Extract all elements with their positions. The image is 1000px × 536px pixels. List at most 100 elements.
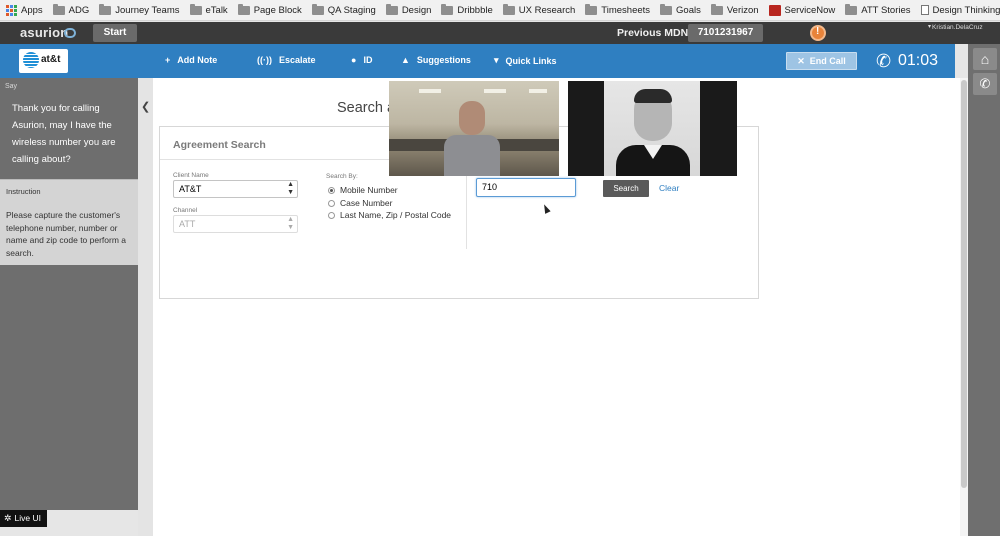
folder-icon: [189, 3, 202, 15]
search-value-input[interactable]: 710: [476, 178, 576, 197]
end-call-label: End Call: [809, 56, 846, 66]
apps-grid-icon: [6, 4, 17, 16]
bookmark-etalk[interactable]: eTalk: [189, 3, 228, 16]
radio-selected-icon[interactable]: [328, 186, 335, 194]
radio-last-name-zip[interactable]: Last Name, Zip / Postal Code: [328, 210, 451, 220]
bookmark-design-thinking[interactable]: Design Thinking: [920, 5, 1000, 16]
ceiling-light: [419, 89, 441, 93]
folder-icon: [99, 3, 112, 15]
add-note-button[interactable]: + Add Note: [165, 55, 217, 65]
id-label: ID: [363, 55, 373, 65]
client-name-select[interactable]: AT&T ▲ ▼: [173, 180, 298, 198]
home-icon[interactable]: ⌂: [973, 48, 997, 70]
user-menu-caret-icon[interactable]: ▾: [928, 23, 931, 30]
flask-icon: ▲: [401, 55, 410, 65]
document-icon: [920, 5, 929, 15]
bookmark-ux-research[interactable]: UX Research: [502, 3, 575, 16]
phone-settings-icon[interactable]: ✆: [973, 73, 997, 95]
bookmark-dribbble[interactable]: Dribbble: [441, 3, 493, 16]
asurion-logo-mark-icon: [64, 28, 76, 38]
asurion-logo: asurion: [20, 25, 69, 40]
bookmark-label: Goals: [676, 4, 701, 16]
bookmark-servicenow[interactable]: ServiceNow: [768, 4, 835, 16]
bookmark-label: QA Staging: [327, 4, 376, 16]
say-label: Say: [5, 83, 18, 90]
clear-link[interactable]: Clear: [659, 183, 679, 193]
instruction-text: Please capture the customer's telephone …: [6, 210, 127, 258]
search-button[interactable]: Search: [603, 180, 649, 197]
bookmark-label: Page Block: [253, 4, 302, 16]
channel-value: ATT: [179, 219, 196, 229]
script-panel: Say Thank you for calling Asurion, may I…: [0, 78, 138, 510]
radio-label: Case Number: [340, 198, 393, 208]
participant-body: [444, 135, 500, 176]
folder-icon: [585, 3, 598, 15]
folder-icon: [385, 3, 398, 15]
bookmark-adg[interactable]: ADG: [52, 3, 90, 16]
channel-select[interactable]: ATT ▲ ▼: [173, 215, 298, 233]
suggestions-label: Suggestions: [416, 55, 471, 65]
carrier-logo-text: at&t: [41, 54, 61, 65]
close-icon: ✕: [797, 56, 805, 66]
user-name[interactable]: Kristian.DelaCruz: [932, 24, 983, 31]
participant-hair: [634, 89, 672, 103]
escalate-button[interactable]: ((·)) Escalate: [257, 55, 316, 65]
video-tile-agent[interactable]: [568, 81, 737, 176]
end-call-button[interactable]: ✕ End Call: [786, 52, 857, 70]
search-by-label: Search By:: [326, 173, 358, 180]
main-scrollbar[interactable]: [960, 78, 968, 536]
caret-down-icon: ▾: [494, 55, 499, 65]
video-tile-customer[interactable]: [389, 81, 559, 176]
previous-mdn-value[interactable]: 7101231967: [688, 24, 763, 42]
live-ui-badge[interactable]: ✲ Live UI: [0, 510, 47, 527]
radio-case-number[interactable]: Case Number: [328, 198, 392, 208]
att-globe-icon: [23, 52, 39, 68]
folder-icon: [845, 3, 858, 15]
bookmark-label: eTalk: [205, 4, 228, 16]
page-title: Search a: [337, 100, 390, 116]
bookmark-qa-staging[interactable]: QA Staging: [311, 3, 376, 16]
bookmark-timesheets[interactable]: Timesheets: [585, 3, 651, 16]
app-header: asurion Start Previous MDN: 7101231967 ▾…: [0, 22, 1000, 44]
radio-unselected-icon[interactable]: [328, 199, 335, 207]
ceiling-light: [484, 89, 506, 93]
panel-collapse-bar[interactable]: ❮: [138, 78, 153, 536]
right-rail: ⌂ ✆: [968, 44, 1000, 536]
instruction-label: Instruction: [6, 187, 41, 196]
suggestions-button[interactable]: ▲ Suggestions: [401, 55, 471, 65]
bookmark-apps[interactable]: Apps: [6, 4, 43, 16]
bookmark-att-stories[interactable]: ATT Stories: [845, 3, 911, 16]
bookmark-label: ADG: [68, 4, 90, 16]
bookmark-verizon[interactable]: Verizon: [710, 3, 759, 16]
bookmark-page-block[interactable]: Page Block: [237, 3, 302, 16]
say-text: Thank you for calling Asurion, may I hav…: [12, 103, 116, 165]
folder-icon: [660, 3, 673, 15]
scrollbar-thumb[interactable]: [961, 80, 967, 488]
start-button[interactable]: Start: [93, 24, 137, 42]
client-name-label: Client Name: [173, 172, 209, 179]
folder-icon: [237, 3, 250, 15]
bookmark-journey-teams[interactable]: Journey Teams: [99, 3, 180, 16]
folder-icon: [502, 3, 515, 15]
select-arrows-icon: ▲ ▼: [287, 216, 294, 231]
bookmark-design[interactable]: Design: [385, 3, 431, 16]
bookmark-label: ATT Stories: [861, 4, 911, 16]
servicenow-logo-icon: [768, 4, 781, 16]
live-ui-label: Live UI: [14, 513, 42, 523]
id-button[interactable]: ● ID: [351, 55, 372, 65]
plus-icon: +: [165, 55, 171, 65]
radio-mobile-number[interactable]: Mobile Number: [328, 185, 398, 195]
radio-label: Last Name, Zip / Postal Code: [340, 210, 452, 220]
agreement-search-title: Agreement Search: [173, 139, 266, 151]
bookmark-label: Verizon: [726, 4, 759, 16]
bookmark-label: Timesheets: [601, 4, 651, 16]
call-toolbar: at&t + Add Note ((·)) Escalate ● ID ▲ Sugges…: [0, 44, 955, 78]
select-arrows-icon: ▲ ▼: [287, 181, 294, 196]
channel-label: Channel: [173, 207, 198, 214]
alert-icon[interactable]: [810, 25, 826, 41]
bookmark-goals[interactable]: Goals: [660, 3, 701, 16]
ceiling-light: [529, 89, 547, 93]
radio-unselected-icon[interactable]: [328, 211, 335, 219]
quick-links-button[interactable]: ▾ Quick Links: [494, 55, 557, 66]
chevron-left-icon[interactable]: ❮: [141, 100, 150, 113]
